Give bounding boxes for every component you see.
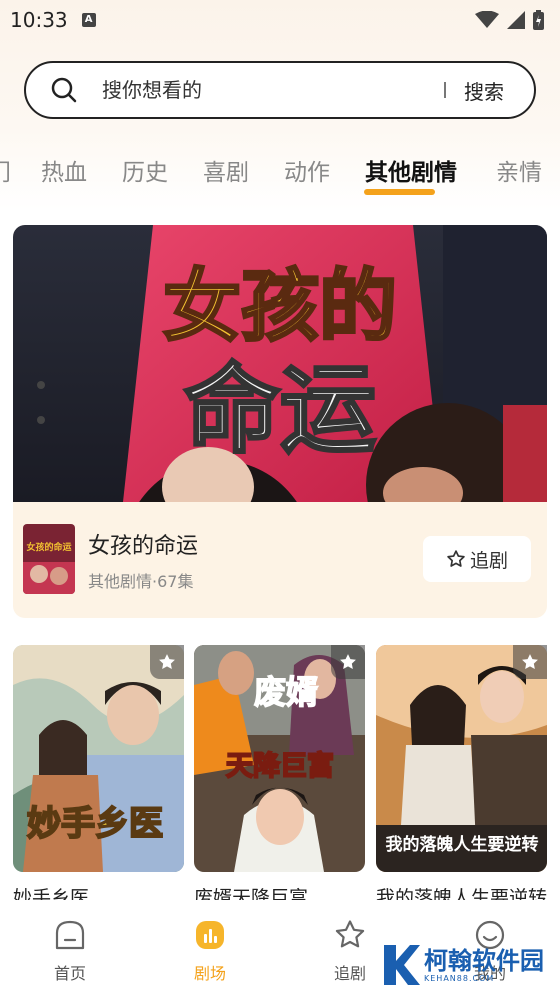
featured-banner-title-1: 女孩的 (163, 261, 397, 352)
search-divider (444, 82, 446, 98)
search-icon (51, 77, 77, 103)
drama-card-3[interactable]: 我的落魄人生要逆转 我的落魄人生要逆转 (376, 645, 547, 909)
star-icon (340, 654, 356, 669)
watermark-logo-icon (384, 945, 420, 985)
category-tabs: 门 热血 历史 喜剧 动作 其他剧情 亲情 (0, 145, 560, 200)
search-button[interactable]: 搜索 (464, 76, 504, 105)
battery-icon (533, 10, 544, 30)
status-bar: 10:33 A (0, 0, 560, 40)
featured-thumbnail: 女孩的命运 (23, 524, 75, 594)
featured-banner-title-2: 命运 (184, 353, 376, 466)
home-icon (55, 920, 85, 950)
notification-icon: A (81, 13, 96, 27)
favorite-badge[interactable] (331, 645, 365, 679)
search-bar: 搜索 (24, 61, 536, 119)
status-time: 10:33 (10, 8, 68, 32)
drama-cover-1: 妙手乡医 (13, 645, 184, 872)
featured-thumb-text: 女孩的命运 (26, 541, 72, 553)
drama-cover-2-text-2: 天降巨富 (226, 750, 334, 782)
theater-icon (196, 921, 224, 949)
featured-drama-card[interactable]: 女孩的 命运 女孩的命运 女孩的命运 其他剧情·67集 追剧 (13, 225, 547, 618)
star-outline-icon (447, 550, 465, 567)
tab-family[interactable]: 亲情 (496, 153, 542, 187)
nav-theater[interactable]: 剧场 (165, 918, 255, 984)
nav-home[interactable]: 首页 (25, 918, 115, 984)
drama-cover-3-text: 我的落魄人生要逆转 (386, 834, 539, 855)
tab-other-drama[interactable]: 其他剧情 (365, 153, 457, 187)
tab-cut-off[interactable]: 门 (0, 153, 11, 187)
nav-home-label: 首页 (53, 964, 86, 983)
search-input[interactable] (102, 78, 402, 102)
tab-hot-blood[interactable]: 热血 (41, 153, 87, 187)
drama-cover-2: 废婿 天降巨富 (194, 645, 365, 872)
signal-icon (507, 11, 525, 29)
favorite-badge[interactable] (513, 645, 547, 679)
tab-action[interactable]: 动作 (284, 153, 330, 187)
wifi-icon (475, 11, 499, 28)
active-tab-indicator (364, 189, 435, 195)
follow-button[interactable]: 追剧 (423, 536, 531, 582)
watermark-subtext: KEHAN88.COM (424, 973, 495, 983)
favorite-badge[interactable] (150, 645, 184, 679)
featured-title: 女孩的命运 (88, 534, 199, 559)
drama-card-1[interactable]: 妙手乡医 妙手乡医 (13, 645, 184, 909)
drama-cover-3: 我的落魄人生要逆转 (376, 645, 547, 872)
watermark: 柯翰软件园 KEHAN88.COM (380, 940, 555, 990)
watermark-text: 柯翰软件园 (424, 946, 544, 975)
star-icon (335, 920, 365, 948)
drama-card-2[interactable]: 废婿 天降巨富 废婿天降巨富 (194, 645, 365, 909)
star-icon (159, 654, 175, 669)
featured-banner-image: 女孩的 命运 (13, 225, 547, 502)
featured-meta: 其他剧情·67集 (88, 572, 194, 591)
featured-info: 女孩的命运 女孩的命运 其他剧情·67集 追剧 (13, 502, 547, 618)
follow-label: 追剧 (469, 549, 508, 572)
drama-cover-2-text-1: 废婿 (254, 673, 318, 711)
drama-cover-1-text: 妙手乡医 (27, 804, 163, 844)
tab-comedy[interactable]: 喜剧 (203, 153, 249, 187)
tab-history[interactable]: 历史 (122, 153, 168, 187)
star-icon (522, 654, 538, 669)
nav-theater-label: 剧场 (193, 964, 226, 983)
status-indicators (475, 10, 544, 30)
